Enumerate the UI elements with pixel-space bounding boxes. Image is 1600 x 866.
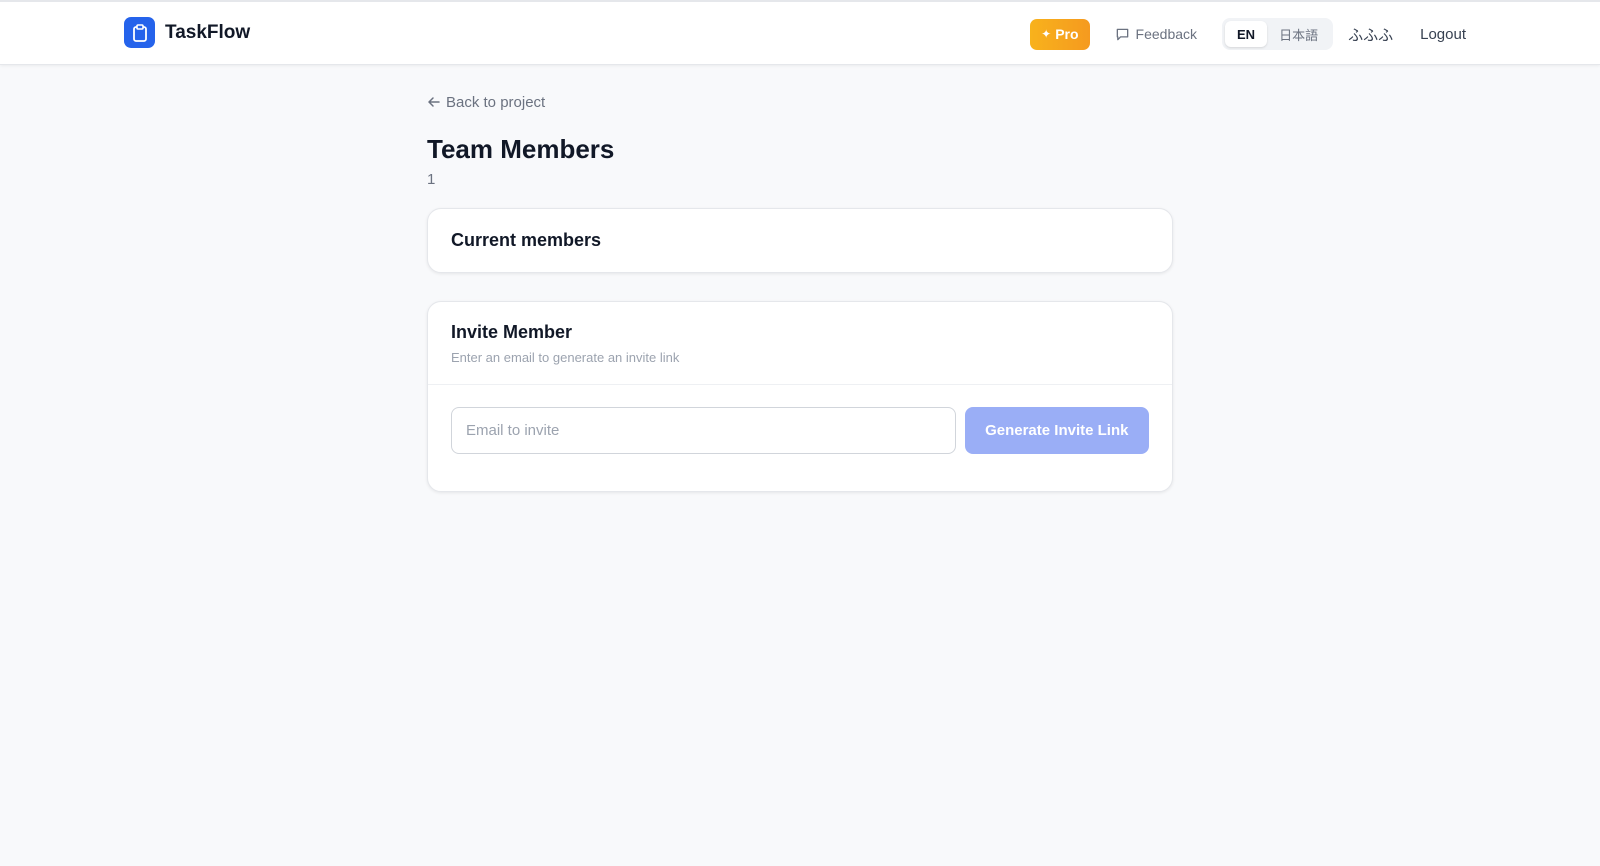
arrow-left-icon <box>428 97 440 107</box>
language-option-en[interactable]: EN <box>1225 21 1268 47</box>
current-members-title: Current members <box>451 230 602 250</box>
brand-name: TaskFlow <box>165 21 251 43</box>
back-link-label: Back to project <box>446 93 546 111</box>
invite-member-subtitle: Enter an email to generate an invite lin… <box>451 350 680 365</box>
main-content: Back to project Team Members 1 Current m… <box>427 90 1173 492</box>
language-option-ja[interactable]: 日本語 <box>1267 21 1330 47</box>
pro-label: Pro <box>1055 26 1079 42</box>
generate-invite-link-button[interactable]: Generate Invite Link <box>964 407 1149 454</box>
invite-card-header: Invite Member Enter an email to generate… <box>428 302 1172 385</box>
invite-member-title: Invite Member <box>451 322 573 342</box>
page-title: Team Members <box>427 134 615 164</box>
invite-email-input[interactable] <box>451 407 956 454</box>
header-actions: ✦ Pro Feedback EN 日本語 ふふふ Logout <box>1030 18 1466 50</box>
language-switcher: EN 日本語 <box>1222 18 1334 50</box>
pro-button[interactable]: ✦ Pro <box>1030 18 1090 50</box>
feedback-button[interactable]: Feedback <box>1115 26 1197 42</box>
top-navbar: TaskFlow ✦ Pro Feedback EN 日本語 ふふふ Logou… <box>0 0 1600 65</box>
logout-button[interactable]: Logout <box>1420 26 1466 43</box>
clipboard-icon <box>124 17 155 48</box>
sparkle-icon: ✦ <box>1041 27 1052 41</box>
user-name[interactable]: ふふふ <box>1348 24 1393 45</box>
back-to-project-link[interactable]: Back to project <box>427 90 1173 114</box>
current-members-card: Current members <box>427 208 1173 273</box>
invite-member-card: Invite Member Enter an email to generate… <box>427 301 1173 492</box>
member-count: 1 <box>427 171 436 188</box>
brand[interactable]: TaskFlow <box>124 17 250 48</box>
invite-form: Generate Invite Link <box>428 385 1172 454</box>
feedback-label: Feedback <box>1135 26 1198 42</box>
message-square-icon <box>1116 28 1128 40</box>
